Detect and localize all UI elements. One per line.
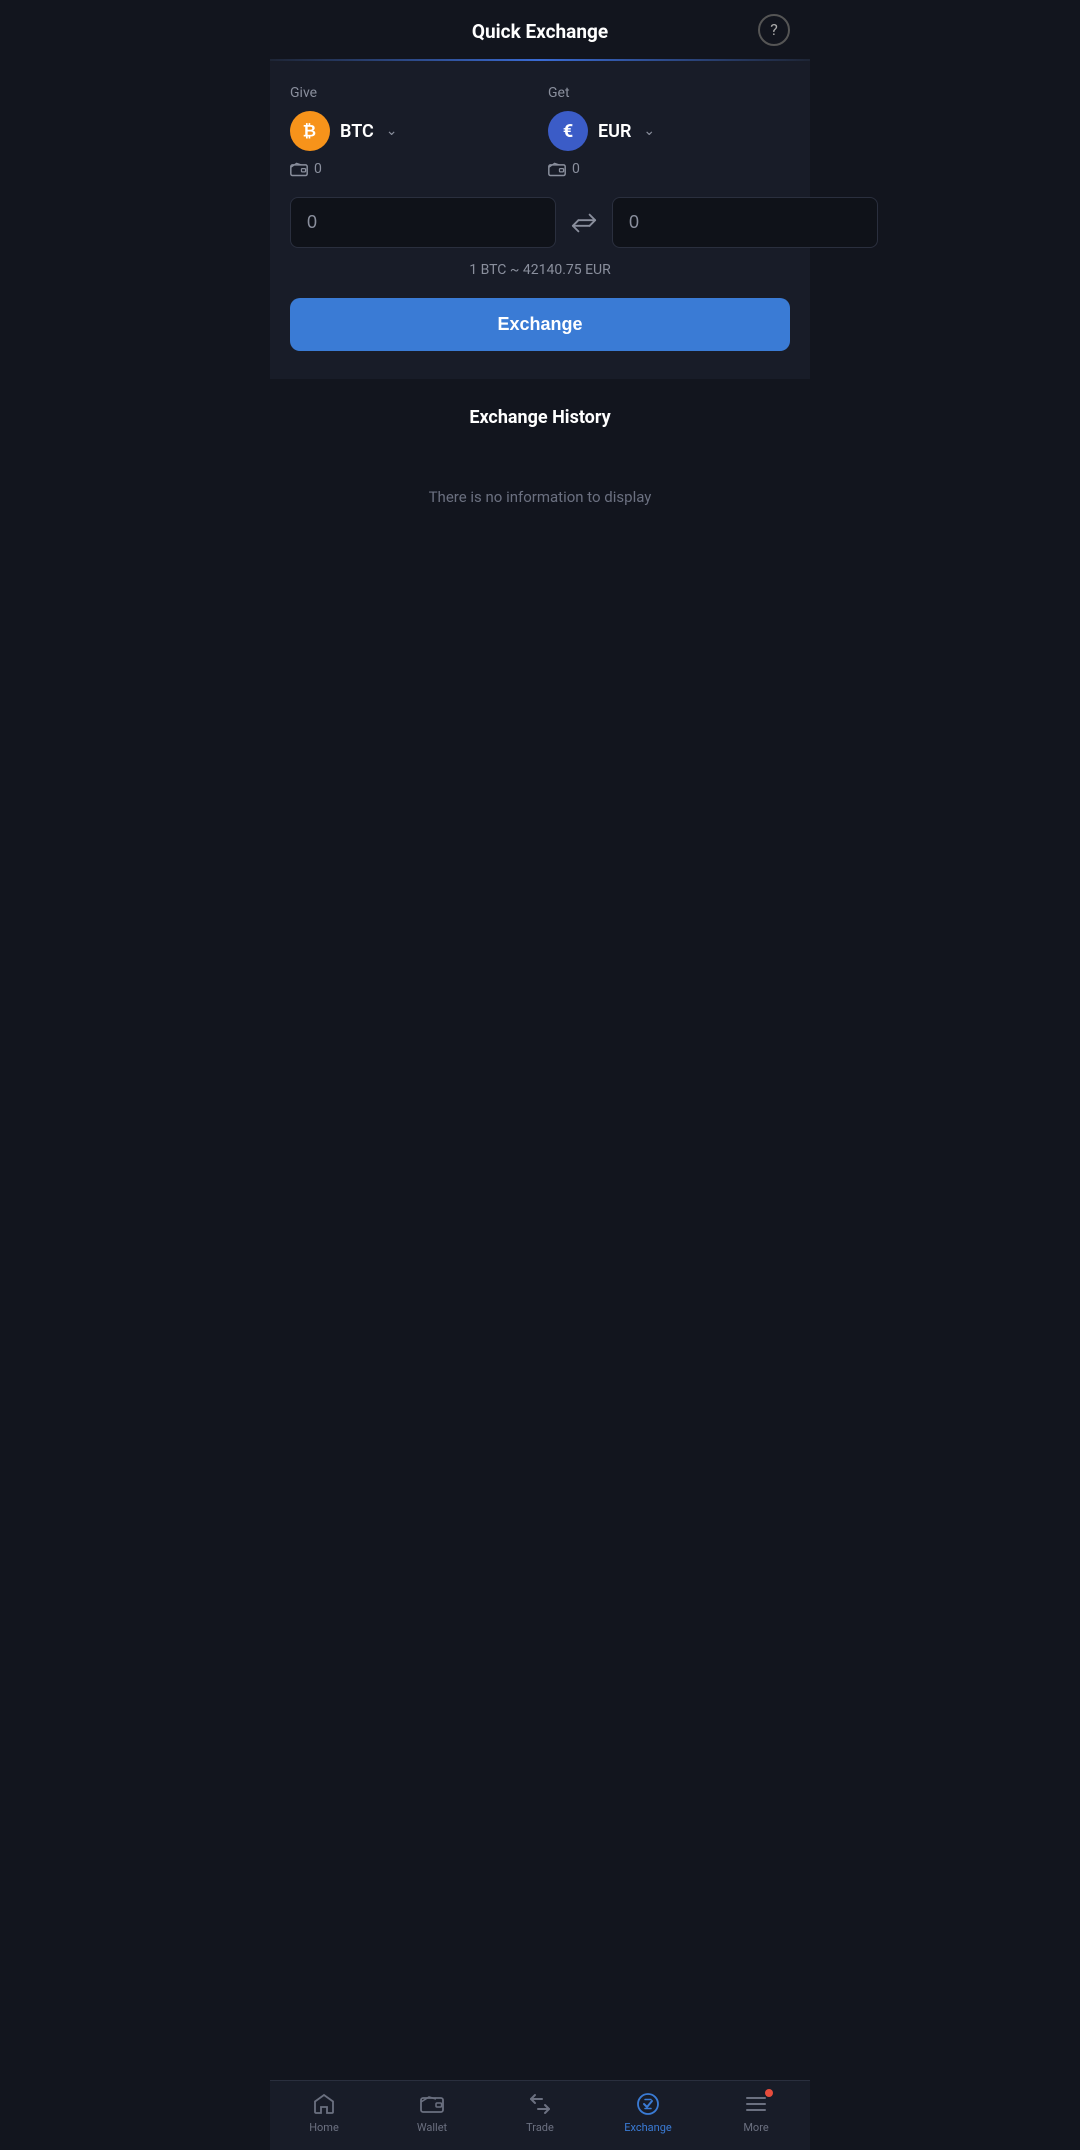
trade-label: Trade [526,2121,554,2134]
history-empty-text: There is no information to display [290,488,790,506]
get-currency-name: EUR [598,121,631,142]
trade-icon [527,2091,553,2117]
input-row [290,197,790,248]
wallet-nav-icon [419,2091,445,2117]
exchange-label: Exchange [624,2121,672,2134]
exchange-nav-icon [635,2091,661,2117]
btc-icon: ₿ [290,111,330,151]
nav-item-trade[interactable]: Trade [486,2091,594,2134]
home-icon [311,2091,337,2117]
nav-item-exchange[interactable]: Exchange [594,2091,702,2134]
give-amount-input[interactable] [290,197,556,248]
exchange-card: Give ₿ BTC ⌄ 0 Get [270,61,810,379]
give-wallet-icon [290,161,308,177]
exchange-button[interactable]: Exchange [290,298,790,351]
euro-symbol: € [563,121,573,142]
give-chevron-icon: ⌄ [386,123,398,139]
give-balance-row: 0 [290,161,532,177]
get-label: Get [548,85,790,101]
question-icon: ? [770,20,778,39]
get-amount-input[interactable] [612,197,878,248]
bitcoin-symbol: ₿ [299,120,321,142]
exchange-rate: 1 BTC ~ 42140.75 EUR [290,262,790,278]
bottom-nav: Home Wallet Trade [270,2080,810,2150]
get-balance-value: 0 [572,161,580,177]
nav-item-more[interactable]: More [702,2091,810,2134]
get-wallet-icon [548,161,566,177]
more-label: More [743,2121,768,2134]
swap-button[interactable] [566,205,602,241]
more-icon [743,2091,769,2117]
give-label: Give [290,85,532,101]
more-notification-dot [765,2089,773,2097]
nav-item-home[interactable]: Home [270,2091,378,2134]
swap-arrows-icon [571,212,597,234]
header: Quick Exchange ? [270,0,810,59]
wallet-label: Wallet [417,2121,447,2134]
get-balance-row: 0 [548,161,790,177]
home-label: Home [309,2121,339,2134]
give-side: Give ₿ BTC ⌄ 0 [290,85,532,177]
get-side: Get € EUR ⌄ 0 [548,85,790,177]
get-currency-selector[interactable]: € EUR ⌄ [548,111,790,151]
give-currency-selector[interactable]: ₿ BTC ⌄ [290,111,532,151]
nav-item-wallet[interactable]: Wallet [378,2091,486,2134]
get-chevron-icon: ⌄ [643,123,655,139]
give-currency-name: BTC [340,121,374,142]
history-title: Exchange History [290,407,790,428]
svg-text:₿: ₿ [303,123,316,142]
page-title: Quick Exchange [472,20,608,43]
eur-icon: € [548,111,588,151]
help-button[interactable]: ? [758,14,790,46]
history-section: Exchange History There is no information… [270,379,810,879]
currency-row: Give ₿ BTC ⌄ 0 Get [290,85,790,177]
give-balance-value: 0 [314,161,322,177]
